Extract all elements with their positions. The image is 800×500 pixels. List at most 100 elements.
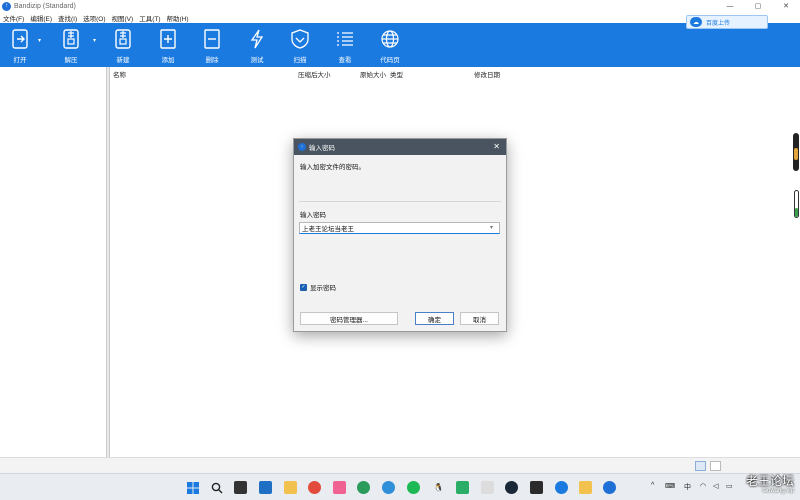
toolbar-delete-button[interactable]: 删除 bbox=[195, 23, 229, 67]
windows-start-icon[interactable] bbox=[186, 481, 199, 494]
password-label: 输入密码 bbox=[300, 212, 326, 219]
task-view-icon[interactable] bbox=[234, 481, 247, 494]
password-history-dropdown-icon[interactable]: ▾ bbox=[490, 224, 493, 231]
bilibili-icon[interactable] bbox=[333, 481, 346, 494]
qq-icon[interactable]: 🐧 bbox=[432, 481, 445, 494]
scan-icon bbox=[290, 29, 310, 49]
ime-indicator[interactable]: 中 bbox=[684, 482, 691, 492]
dialog-prompt: 输入加密文件的密码。 bbox=[300, 164, 365, 171]
cloud-icon: ☁ bbox=[690, 17, 702, 27]
cloud-upload-label: 百度上传 bbox=[706, 20, 731, 27]
maximize-button[interactable]: ▢ bbox=[744, 0, 772, 12]
input-method-icon[interactable]: ⌨ bbox=[665, 482, 675, 490]
toolbar-scan-button[interactable]: 扫描 bbox=[283, 23, 317, 67]
dialog-divider bbox=[299, 201, 501, 202]
edge-slider-widget[interactable] bbox=[793, 133, 799, 171]
app-icon[interactable] bbox=[357, 481, 370, 494]
cancel-button[interactable]: 取消 bbox=[460, 312, 499, 325]
taskbar: 🐧 ^ ⌨ 中 ◠ ◁ ▭ bbox=[0, 473, 800, 500]
widgets-icon[interactable] bbox=[259, 481, 272, 494]
volume-icon[interactable]: ◁ bbox=[713, 482, 718, 490]
minimize-button[interactable]: — bbox=[716, 0, 744, 12]
toolbar-open-label: 打开 bbox=[13, 57, 27, 64]
folder-icon[interactable] bbox=[579, 481, 592, 494]
menu-bar: 文件(F) 编辑(E) 查找(I) 选项(O) 视图(V) 工具(T) 帮助(H… bbox=[0, 12, 800, 23]
delete-icon bbox=[202, 29, 222, 49]
toolbar-add-label: 添加 bbox=[161, 57, 175, 64]
wifi-icon[interactable]: ◠ bbox=[700, 482, 706, 490]
window-controls: — ▢ ✕ bbox=[716, 0, 800, 12]
toolbar-new-button[interactable]: 新建 bbox=[106, 23, 140, 67]
menu-file[interactable]: 文件(F) bbox=[0, 13, 27, 23]
ok-button[interactable]: 确定 bbox=[415, 312, 454, 325]
toolbar-codepage-button[interactable]: 代码页 bbox=[373, 23, 407, 67]
toolbar-test-label: 测试 bbox=[250, 57, 264, 64]
file-explorer-icon[interactable] bbox=[284, 481, 297, 494]
password-manager-button[interactable]: 密码管理器... bbox=[300, 312, 398, 325]
tray-overflow-icon[interactable]: ^ bbox=[651, 482, 654, 489]
toolbar-codepage-label: 代码页 bbox=[380, 57, 400, 64]
menu-help[interactable]: 帮助(H) bbox=[164, 13, 192, 23]
toolbar-extract-button[interactable]: 解压 bbox=[54, 23, 88, 67]
checkbox-checked-icon: ✓ bbox=[300, 283, 307, 291]
toolbar-scan-label: 扫描 bbox=[293, 57, 307, 64]
toolbar-open-button[interactable]: 打开 bbox=[3, 23, 37, 67]
menu-tools[interactable]: 工具(T) bbox=[136, 13, 163, 23]
menu-options[interactable]: 选项(O) bbox=[80, 13, 108, 23]
toolbar-view-label: 查看 bbox=[338, 57, 352, 64]
steam-icon[interactable] bbox=[505, 481, 518, 494]
watermark-url: laowang.vip bbox=[762, 488, 794, 494]
open-icon bbox=[10, 29, 30, 49]
column-header-type[interactable]: 类型 bbox=[390, 69, 403, 79]
search-icon[interactable] bbox=[210, 481, 223, 494]
close-button[interactable]: ✕ bbox=[772, 0, 800, 12]
bandizip-taskbar-icon[interactable] bbox=[603, 481, 616, 494]
cloud-upload-button[interactable]: ☁ 百度上传 bbox=[686, 15, 768, 29]
dialog-title: 输入密码 bbox=[309, 145, 335, 152]
password-input[interactable] bbox=[299, 222, 500, 234]
test-icon bbox=[247, 29, 267, 49]
toolbar-view-button[interactable]: 查看 bbox=[328, 23, 362, 67]
show-password-checkbox[interactable]: ✓ 显示密码 bbox=[300, 282, 336, 292]
edge-icon[interactable] bbox=[382, 481, 395, 494]
watermark-title: 老王论坛 bbox=[745, 474, 794, 488]
details-view-button[interactable] bbox=[695, 461, 706, 471]
edge-battery-widget[interactable] bbox=[794, 190, 799, 218]
password-dialog: ↑ 输入密码 ✕ 输入加密文件的密码。 输入密码 ▾ ✓ 显示密码 密码管理器.… bbox=[293, 138, 507, 332]
show-password-label: 显示密码 bbox=[310, 285, 336, 292]
window-title: Bandizip (Standard) bbox=[14, 2, 76, 10]
terminal-icon[interactable] bbox=[530, 481, 543, 494]
toolbar: 打开 ▾ 解压 ▾ 新建 添加 删除 测试 扫描 查看 代码页 ☁ 百度上传 bbox=[0, 15, 800, 67]
spotify-icon[interactable] bbox=[407, 481, 420, 494]
toolbar-test-button[interactable]: 测试 bbox=[240, 23, 274, 67]
column-header-modified-date[interactable]: 修改日期 bbox=[474, 69, 500, 79]
baidu-netdisk-icon[interactable] bbox=[555, 481, 568, 494]
extract-icon bbox=[61, 29, 81, 49]
chrome-icon[interactable] bbox=[308, 481, 321, 494]
column-header-name[interactable]: 名称 bbox=[113, 69, 126, 79]
view-icon bbox=[335, 29, 355, 49]
folder-tree-pane[interactable] bbox=[0, 67, 107, 457]
codepage-icon bbox=[380, 29, 400, 49]
toolbar-extract-label: 解压 bbox=[64, 57, 78, 64]
new-archive-icon bbox=[113, 29, 133, 49]
bandizip-logo-icon: ↑ bbox=[2, 1, 11, 11]
app-icon[interactable] bbox=[481, 481, 494, 494]
dialog-close-icon[interactable]: ✕ bbox=[493, 142, 500, 151]
bandizip-logo-icon: ↑ bbox=[298, 143, 306, 151]
open-dropdown-icon[interactable]: ▾ bbox=[38, 37, 41, 44]
toolbar-add-button[interactable]: 添加 bbox=[151, 23, 185, 67]
extract-dropdown-icon[interactable]: ▾ bbox=[93, 37, 96, 44]
column-header-original-size[interactable]: 原始大小 bbox=[360, 69, 386, 79]
menu-edit[interactable]: 编辑(E) bbox=[27, 13, 55, 23]
list-view-button[interactable] bbox=[710, 461, 721, 471]
menu-view[interactable]: 视图(V) bbox=[109, 13, 137, 23]
status-bar bbox=[0, 457, 800, 473]
toolbar-new-label: 新建 bbox=[116, 57, 130, 64]
title-bar: ↑ Bandizip (Standard) — ▢ ✕ bbox=[0, 0, 800, 12]
battery-icon[interactable]: ▭ bbox=[726, 482, 733, 490]
toolbar-delete-label: 删除 bbox=[205, 57, 219, 64]
wechat-icon[interactable] bbox=[456, 481, 469, 494]
column-header-compressed-size[interactable]: 压缩后大小 bbox=[298, 69, 331, 79]
menu-find[interactable]: 查找(I) bbox=[55, 13, 80, 23]
